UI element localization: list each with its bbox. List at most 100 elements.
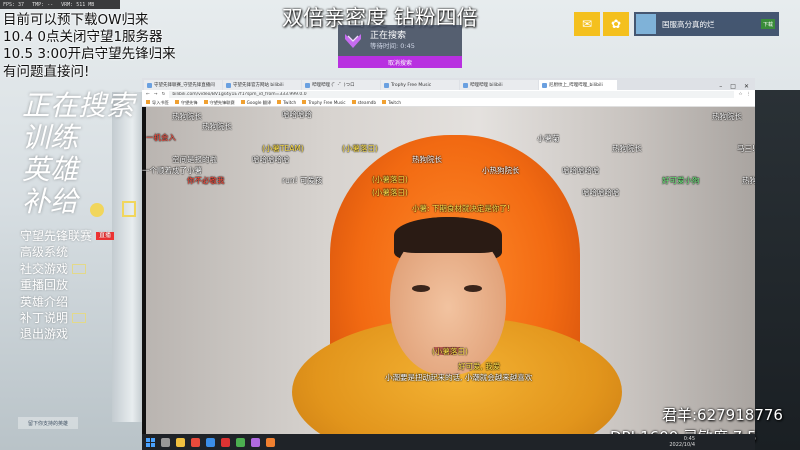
avatar	[636, 14, 656, 34]
person-eye	[464, 285, 482, 292]
menu-item-league[interactable]: 守望先锋联赛	[20, 228, 92, 244]
main-menu: 正在搜索 训练 英雄 补给	[22, 90, 134, 218]
support-hero-button[interactable]: 留下你支持的英雄	[18, 417, 78, 429]
cancel-search-button[interactable]: 取消搜索	[338, 56, 462, 68]
close-icon[interactable]: ✕	[744, 83, 749, 90]
star-icon[interactable]: ☆	[738, 92, 742, 97]
danmaku-comment: 小热狗院长	[482, 166, 520, 175]
performance-overlay: FPS: 37 TMP: -- VRM: 511 MB	[0, 0, 120, 9]
menu-item-hero-intro[interactable]: 英雄介绍	[20, 294, 68, 310]
address-bar: ← → ↻ ☆ ⋮	[142, 90, 755, 99]
menu-item-exit[interactable]: 退出游戏	[20, 326, 68, 342]
danmaku-comment: 好可爱, 我爱	[458, 362, 501, 371]
danmaku-comment: 热狗院长	[202, 122, 232, 131]
fps-readout: FPS: 37	[3, 1, 25, 8]
danmaku-comment: 马三!	[737, 144, 755, 153]
danmaku-comment: (小薯落日)	[432, 347, 468, 356]
favicon-icon	[147, 82, 152, 88]
app-icon[interactable]	[266, 437, 275, 447]
danmaku-comment: 热狗院长	[412, 155, 442, 164]
bookmark-item[interactable]: 导入书签	[146, 99, 169, 106]
bookmark-item[interactable]: steamdb	[351, 100, 376, 105]
danmaku-comment: (小薯落日)	[342, 144, 378, 153]
menu-item-heroes[interactable]: 英雄	[22, 154, 134, 186]
video-edge	[142, 107, 146, 434]
video-player[interactable]: 热狗院长 热狗院长 哈哈哈哈 一机会入 空间是报的啦 哈哈哈哈哈 (小薯TEAM) (小薯落日…	[142, 107, 755, 434]
danmaku-comment: 小潮要是扭动起来的话, 小潮就会越来越喜欢	[385, 373, 533, 382]
menu-icon[interactable]: ⋮	[747, 92, 752, 97]
matchmaking-search-panel: 正在搜索 等待时间: 0:45	[338, 25, 462, 57]
danmaku-comment: 小薯: 下期食材就决定是你了!	[412, 204, 510, 213]
minimize-icon[interactable]: –	[719, 83, 722, 90]
back-icon[interactable]: ←	[146, 92, 150, 97]
qq-group-number: 君羊:627918776	[662, 406, 783, 424]
new-badge-icon	[72, 263, 87, 274]
bookmark-item[interactable]: 守望先锋	[174, 99, 198, 106]
favicon-icon	[305, 82, 310, 88]
bookmark-item[interactable]: Twitch	[277, 100, 296, 105]
tab-strip: 守望先锋联赛_守望先锋直播间 守望先锋官方网站 bilibili 哔哩哔哩 (゜…	[142, 78, 755, 90]
search-wait-time: 等待时间: 0:45	[370, 42, 415, 50]
live-badge: 直播	[96, 232, 115, 241]
danmaku-comment: 你不必敬我	[187, 176, 225, 185]
search-status-title: 正在搜索	[370, 31, 407, 41]
loot-coin-icon	[90, 203, 104, 217]
search-icon[interactable]	[161, 437, 170, 447]
loot-box-icon	[122, 201, 136, 217]
danmaku-comment: 一机会入	[146, 133, 176, 142]
person-eye	[412, 285, 430, 292]
danmaku-comment: 热狗院长	[742, 176, 755, 185]
clock-date: 2022/10/4	[669, 442, 695, 448]
bookmark-item[interactable]: Twitch	[381, 100, 401, 105]
player-card[interactable]: 国服高分真的烂 下载	[634, 12, 779, 36]
browser-tab[interactable]: 守望先锋官方网站 bilibili	[223, 80, 301, 90]
menu-item-replays[interactable]: 重播回放	[20, 277, 68, 293]
browser-tab[interactable]: 守望先锋联赛_守望先锋直播间	[144, 80, 222, 90]
menu-item-advanced[interactable]: 高级系统	[20, 244, 68, 260]
secondary-menu: 守望先锋联赛 直播 高级系统 社交游戏 重播回放 英雄介绍 补丁说明 退出游戏	[20, 228, 115, 343]
app-icon[interactable]	[206, 437, 215, 447]
notice-line: 10.5 3:00开启守望先锋归来	[3, 46, 176, 63]
menu-item-training[interactable]: 训练	[22, 122, 134, 154]
danmaku-comment: (小薯落日)	[372, 175, 408, 184]
menu-item-patch-notes[interactable]: 补丁说明	[20, 310, 68, 326]
favicon-icon	[384, 82, 389, 88]
browser-tab[interactable]: 哔哩哔哩 (゜-゜)つロ	[302, 80, 380, 90]
taskbar-clock[interactable]: 0:45 2022/10/4	[669, 436, 755, 448]
app-icon[interactable]	[251, 437, 260, 447]
bookmark-item[interactable]: Trophy Free Music	[302, 100, 346, 105]
maximize-icon[interactable]: □	[730, 83, 736, 90]
folder-icon[interactable]	[176, 437, 185, 447]
danmaku-comment: 哈哈哈哈	[282, 110, 312, 119]
reload-icon[interactable]: ↻	[162, 92, 166, 97]
vram-readout: VRM: 511 MB	[61, 1, 95, 8]
danmaku-comment: (小薯TEAM)	[262, 144, 304, 153]
forward-icon[interactable]: →	[154, 92, 158, 97]
browser-tab[interactable]: Trophy Free Music	[381, 80, 459, 90]
notice-line: 目前可以预下载OW归来	[3, 12, 149, 28]
menu-item-social[interactable]: 社交游戏	[20, 261, 68, 277]
taskbar: 0:45 2022/10/4	[142, 434, 755, 450]
browser-tab[interactable]: 哔哩哔哩 bilibili	[460, 80, 538, 90]
friends-icon[interactable]: ✿	[603, 12, 629, 36]
app-icon[interactable]	[236, 437, 245, 447]
group-icon[interactable]: ✉	[574, 12, 600, 36]
menu-item-loot[interactable]: 补给	[22, 186, 134, 218]
bookmark-item[interactable]: 守望先锋联赛	[203, 99, 235, 106]
windows-start-icon[interactable]	[146, 437, 155, 447]
danmaku-comment: 空间是报的啦	[172, 155, 217, 164]
bookmark-item[interactable]: Google 翻译	[240, 99, 271, 106]
notice-line: 10.4 0点关闭守望1服务器	[3, 29, 163, 46]
danmaku-comment: 热狗院长	[712, 112, 742, 121]
browser-tab-active[interactable]: 尼厨纹上_哔哩哔哩_bilibili	[539, 80, 617, 90]
url-input[interactable]	[169, 91, 735, 98]
stream-notice: 目前可以预下载OW归来 10.4 0点关闭守望1服务器 10.5 3:00开启守…	[3, 12, 223, 81]
menu-item-play[interactable]: 正在搜索	[22, 90, 134, 122]
danmaku-comment: 哈哈哈哈哈	[582, 188, 620, 197]
new-badge-icon	[72, 313, 87, 324]
overwatch-emblem-icon	[345, 34, 361, 48]
chrome-icon[interactable]	[191, 437, 200, 447]
danmaku-comment: 小薯菊	[537, 134, 560, 143]
bookmarks-bar: 导入书签 守望先锋 守望先锋联赛 Google 翻译 Twitch Trophy…	[142, 99, 755, 107]
app-icon[interactable]	[221, 437, 230, 447]
